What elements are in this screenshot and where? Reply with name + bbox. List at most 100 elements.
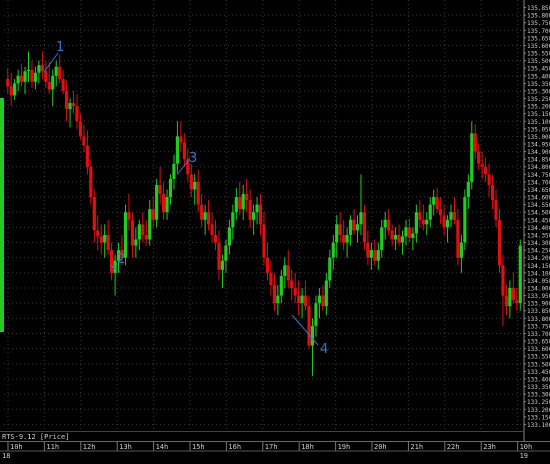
candle-body xyxy=(421,219,425,225)
price-tick-label: 135.600 xyxy=(527,43,550,50)
price-tick-label: 134.150 xyxy=(527,263,550,270)
candle-body xyxy=(269,272,273,285)
time-tick-label: 17h xyxy=(265,443,278,451)
candle-body xyxy=(203,212,207,220)
candle-body xyxy=(390,230,394,240)
candle-body xyxy=(16,75,20,84)
annotation-arrow xyxy=(291,314,319,346)
price-tick-label: 133.300 xyxy=(527,392,550,399)
price-tick-label: 134.550 xyxy=(527,202,550,209)
candle-body xyxy=(466,181,470,198)
candle-body xyxy=(338,224,342,235)
candle-body xyxy=(352,219,356,231)
candle-body xyxy=(234,197,238,213)
candle-body xyxy=(477,151,481,164)
price-tick-label: 135.300 xyxy=(527,88,550,95)
candle-body xyxy=(387,219,391,231)
time-tick-label: 10h xyxy=(520,443,533,451)
price-tick-label: 135.250 xyxy=(527,96,550,103)
candle-body xyxy=(439,209,443,216)
price-tick-label: 134.850 xyxy=(527,157,550,164)
candle-body xyxy=(26,69,31,72)
candle-body xyxy=(393,234,398,240)
price-tick-label: 133.750 xyxy=(527,323,550,330)
candle-body xyxy=(213,234,218,243)
candle-body xyxy=(182,142,186,160)
candle-body xyxy=(428,204,432,220)
price-tick-label: 133.350 xyxy=(527,384,550,391)
candle-body xyxy=(348,219,353,235)
candle-body xyxy=(134,239,138,246)
instrument-label: RTS-9.12 [Price] xyxy=(2,433,70,441)
candle-body xyxy=(92,197,96,231)
candle-body xyxy=(376,250,380,261)
price-tick-label: 134.700 xyxy=(527,179,550,186)
price-chart[interactable]: 1 2 3 4 135.850135.800135.750135.700135.650… xyxy=(0,0,550,441)
candle-body xyxy=(68,103,72,110)
candle-body xyxy=(23,71,27,82)
candle-body xyxy=(165,197,169,213)
candle-body xyxy=(286,265,290,281)
candle-body xyxy=(155,184,159,220)
candle-body xyxy=(51,75,55,90)
price-tick-label: 134.650 xyxy=(527,187,550,194)
candle-body xyxy=(321,295,325,307)
annotation-label: 1 xyxy=(56,40,64,55)
price-tick-label: 134.950 xyxy=(527,142,550,149)
candle-body xyxy=(224,245,228,261)
time-tick-label: 18h xyxy=(301,443,314,451)
candle-body xyxy=(362,212,367,243)
price-tick-label: 135.450 xyxy=(527,66,550,73)
price-tick-label: 135.150 xyxy=(527,111,550,118)
candle-body xyxy=(220,260,225,270)
candle-body xyxy=(127,212,131,220)
time-tick-label: 11h xyxy=(46,443,59,451)
candle-body xyxy=(418,212,422,220)
candle-body xyxy=(400,236,405,243)
candle-body xyxy=(206,212,211,225)
price-tick-label: 133.800 xyxy=(527,316,550,323)
candle-body xyxy=(303,295,308,307)
price-tick-label: 133.450 xyxy=(527,369,550,376)
time-tick-label: 20h xyxy=(374,443,387,451)
candle-body xyxy=(484,166,488,175)
candle-body xyxy=(300,295,304,304)
price-tick-label: 134.000 xyxy=(527,286,550,293)
price-tick-label: 135.550 xyxy=(527,51,550,58)
annotation-layer: 1 2 3 4 xyxy=(43,40,328,357)
candle-body xyxy=(37,65,41,73)
candle-body xyxy=(193,181,197,190)
candle-body xyxy=(432,197,436,205)
price-tick-label: 134.750 xyxy=(527,172,550,179)
candle-body xyxy=(414,212,418,234)
candle-body xyxy=(9,86,13,96)
candle-body xyxy=(435,197,439,210)
candle-body xyxy=(144,234,148,240)
candle-body xyxy=(19,75,24,82)
candle-body xyxy=(452,212,457,220)
candle-body xyxy=(13,83,17,96)
candle-body xyxy=(6,78,10,87)
candle-body xyxy=(355,224,360,231)
candle-body xyxy=(99,236,103,243)
candle-body xyxy=(231,212,235,228)
candle-body xyxy=(85,145,89,167)
candle-body xyxy=(490,184,495,201)
candle-body xyxy=(449,212,453,220)
annotation-label: 2 xyxy=(117,252,125,267)
candle-body xyxy=(65,90,69,110)
time-tick-label: 10h xyxy=(10,443,23,451)
candle-body xyxy=(172,163,176,179)
candle-body xyxy=(175,136,180,164)
candle-body xyxy=(508,288,512,307)
candle-body xyxy=(82,136,86,146)
price-tick-label: 135.200 xyxy=(527,104,550,111)
candle-body xyxy=(141,224,145,235)
candle-body xyxy=(314,303,318,326)
candle-body xyxy=(58,66,62,79)
candle-body xyxy=(359,212,363,225)
price-tick-label: 133.400 xyxy=(527,376,550,383)
candle-body xyxy=(511,288,515,301)
price-tick-label: 135.000 xyxy=(527,134,550,141)
candle-body xyxy=(279,275,283,296)
